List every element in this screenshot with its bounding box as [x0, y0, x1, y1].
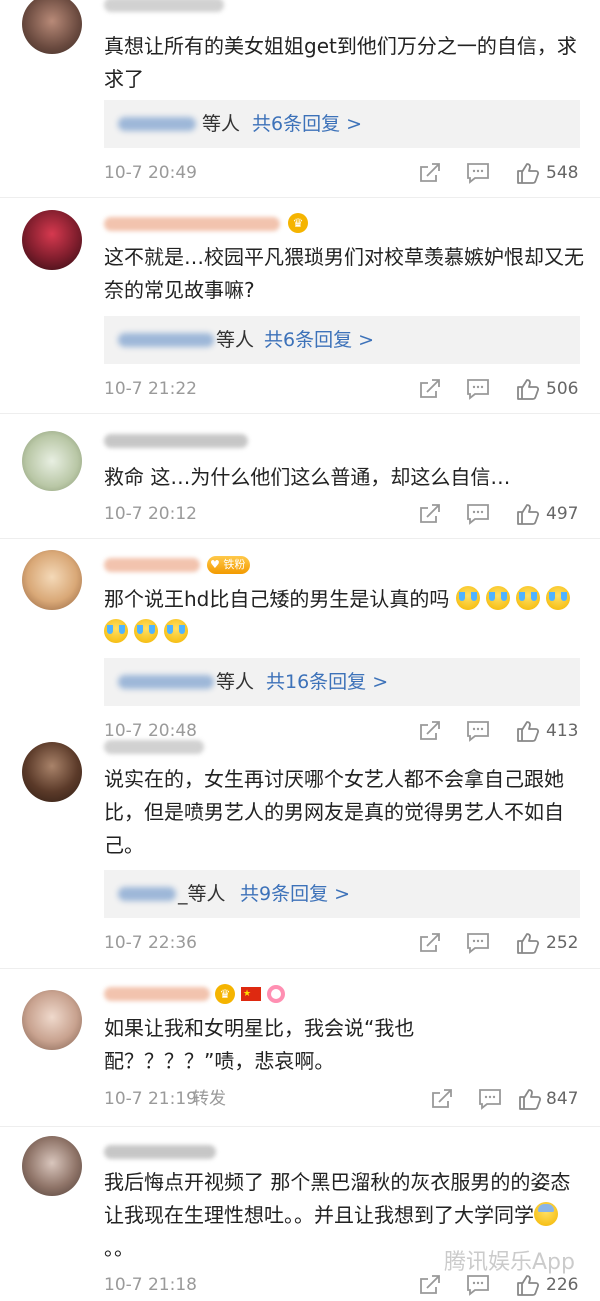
like-icon[interactable] — [516, 162, 540, 184]
comment-icon[interactable] — [466, 1274, 490, 1296]
reply-preview[interactable]: _等人 共9条回复 > — [104, 870, 580, 918]
crying-laugh-icon — [164, 619, 188, 643]
comment-item: ♛ 这不就是…校园平凡猥琐男们对校草羡慕嫉妒恨却又无奈的常见故事嘛? 等人 共6… — [0, 200, 600, 415]
reply-count-link[interactable]: 共9条回复 > — [240, 881, 350, 907]
timestamp: 10-7 20:49 — [104, 163, 197, 183]
reply-suffix: 等人 — [202, 113, 241, 135]
like-count: 252 — [546, 933, 579, 953]
username[interactable] — [104, 558, 200, 572]
reply-preview[interactable]: 等人 共6条回复 > — [104, 316, 580, 364]
avatar[interactable] — [22, 742, 82, 802]
fan-badge-label: 铁粉 — [223, 558, 246, 571]
timestamp: 10-7 22:36 — [104, 933, 197, 953]
divider — [0, 538, 600, 539]
fan-badge: ♥ 铁粉 — [207, 556, 251, 574]
divider — [0, 413, 600, 414]
like-icon[interactable] — [516, 932, 540, 954]
watermark: 腾讯娱乐App — [444, 1250, 575, 1275]
comment-icon[interactable] — [478, 1088, 502, 1110]
like-count: 847 — [546, 1089, 579, 1109]
comment-icon[interactable] — [466, 932, 490, 954]
comment-text-body: 我后悔点开视频了 那个黑巴溜秋的灰衣服男的的姿态让我现在生理性想吐。。并且让我想… — [104, 1170, 571, 1227]
avatar[interactable] — [22, 990, 82, 1050]
avatar[interactable] — [22, 1136, 82, 1196]
like-icon[interactable] — [516, 1274, 540, 1296]
comment-text: 这不就是…校园平凡猥琐男们对校草羡慕嫉妒恨却又无奈的常见故事嘛? — [104, 245, 584, 302]
divider — [0, 197, 600, 198]
username[interactable] — [104, 0, 224, 12]
timestamp: 10-7 20:12 — [104, 504, 197, 524]
reply-count-link[interactable]: 共6条回复 > — [252, 111, 362, 137]
reply-suffix: 等人 — [216, 329, 255, 351]
comment-item: 真想让所有的美女姐姐get到他们万分之一的自信，求求了 等人 共6条回复 > 1… — [0, 0, 600, 200]
avatar[interactable] — [22, 0, 82, 54]
comment-text: 如果让我和女明星比，我会说“我也配？？？？”啧，悲哀啊。 — [104, 1016, 415, 1073]
comment-text-tail: 。。 — [104, 1236, 134, 1260]
donut-icon — [267, 985, 285, 1003]
reply-preview[interactable]: 等人 共6条回复 > — [104, 100, 580, 148]
comment-text-body: 那个说王hd比自己矮的男生是认真的吗 — [104, 587, 450, 611]
avatar[interactable] — [22, 550, 82, 610]
share-icon[interactable] — [418, 378, 442, 400]
timestamp: 10-7 21:18 — [104, 1275, 197, 1295]
share-icon[interactable] — [418, 932, 442, 954]
comment-item: ♛ ★ 如果让我和女明星比，我会说“我也配？？？？”啧，悲哀啊。 10-7 21… — [0, 970, 600, 1125]
crying-laugh-icon — [134, 619, 158, 643]
share-icon[interactable] — [430, 1088, 454, 1110]
share-icon[interactable] — [418, 1274, 442, 1296]
fan-badge-icon: ♥ — [210, 558, 220, 571]
divider — [0, 968, 600, 969]
share-icon[interactable] — [418, 162, 442, 184]
username[interactable] — [104, 217, 280, 231]
reply-usernames — [118, 117, 196, 131]
tired-face-icon — [534, 1202, 558, 1226]
username[interactable] — [104, 434, 248, 448]
vip-crown-icon: ♛ — [215, 984, 235, 1004]
comment-icon[interactable] — [466, 378, 490, 400]
vip-crown-icon: ♛ — [288, 213, 308, 233]
comment-icon[interactable] — [466, 162, 490, 184]
like-count: 226 — [546, 1275, 579, 1295]
like-count: 497 — [546, 504, 579, 524]
reply-suffix: 等人 — [216, 671, 255, 693]
like-count: 506 — [546, 379, 579, 399]
crying-laugh-icon — [455, 586, 480, 610]
divider — [0, 1126, 600, 1127]
comment-item: 说实在的，女生再讨厌哪个女艺人都不会拿自己跟她比，但是喷男艺人的男网友是真的觉得… — [0, 730, 600, 970]
reply-usernames — [118, 887, 176, 901]
comment-icon[interactable] — [466, 503, 490, 525]
reply-usernames — [118, 675, 214, 689]
reply-count-link[interactable]: 共6条回复 > — [264, 327, 374, 353]
reply-usernames — [118, 333, 214, 347]
china-flag-icon: ★ — [241, 987, 261, 1001]
username[interactable] — [104, 740, 204, 754]
crying-laugh-icon — [545, 586, 570, 610]
share-icon[interactable] — [418, 503, 442, 525]
timestamp: 10-7 21:19 — [104, 1089, 197, 1109]
comment-text: 真想让所有的美女姐姐get到他们万分之一的自信，求求了 — [104, 34, 577, 91]
avatar[interactable] — [22, 431, 82, 491]
like-icon[interactable] — [518, 1088, 542, 1110]
timestamp: 10-7 21:22 — [104, 379, 197, 399]
crying-laugh-icon — [515, 586, 540, 610]
like-icon[interactable] — [516, 503, 540, 525]
comment-text: 救命 这…为什么他们这么普通，却这么自信… — [104, 465, 511, 489]
comment-text: 那个说王hd比自己矮的男生是认真的吗 — [104, 583, 584, 649]
comment-item: 救命 这…为什么他们这么普通，却这么自信… 10-7 20:12 497 — [0, 415, 600, 540]
comment-text: 说实在的，女生再讨厌哪个女艺人都不会拿自己跟她比，但是喷男艺人的男网友是真的觉得… — [104, 767, 564, 857]
reply-preview[interactable]: 等人 共16条回复 > — [104, 658, 580, 706]
like-count: 548 — [546, 163, 579, 183]
repost-link[interactable]: 转发 — [192, 1088, 226, 1110]
reply-suffix: _等人 — [178, 883, 226, 905]
crying-laugh-icon — [485, 586, 510, 610]
avatar[interactable] — [22, 210, 82, 270]
like-icon[interactable] — [516, 378, 540, 400]
comment-item: ♥ 铁粉 那个说王hd比自己矮的男生是认真的吗 等人 共16条回复 > 10-7… — [0, 540, 600, 742]
username[interactable] — [104, 1145, 216, 1159]
crying-laugh-icon — [104, 619, 128, 643]
username[interactable] — [104, 987, 210, 1001]
reply-count-link[interactable]: 共16条回复 > — [266, 669, 388, 695]
